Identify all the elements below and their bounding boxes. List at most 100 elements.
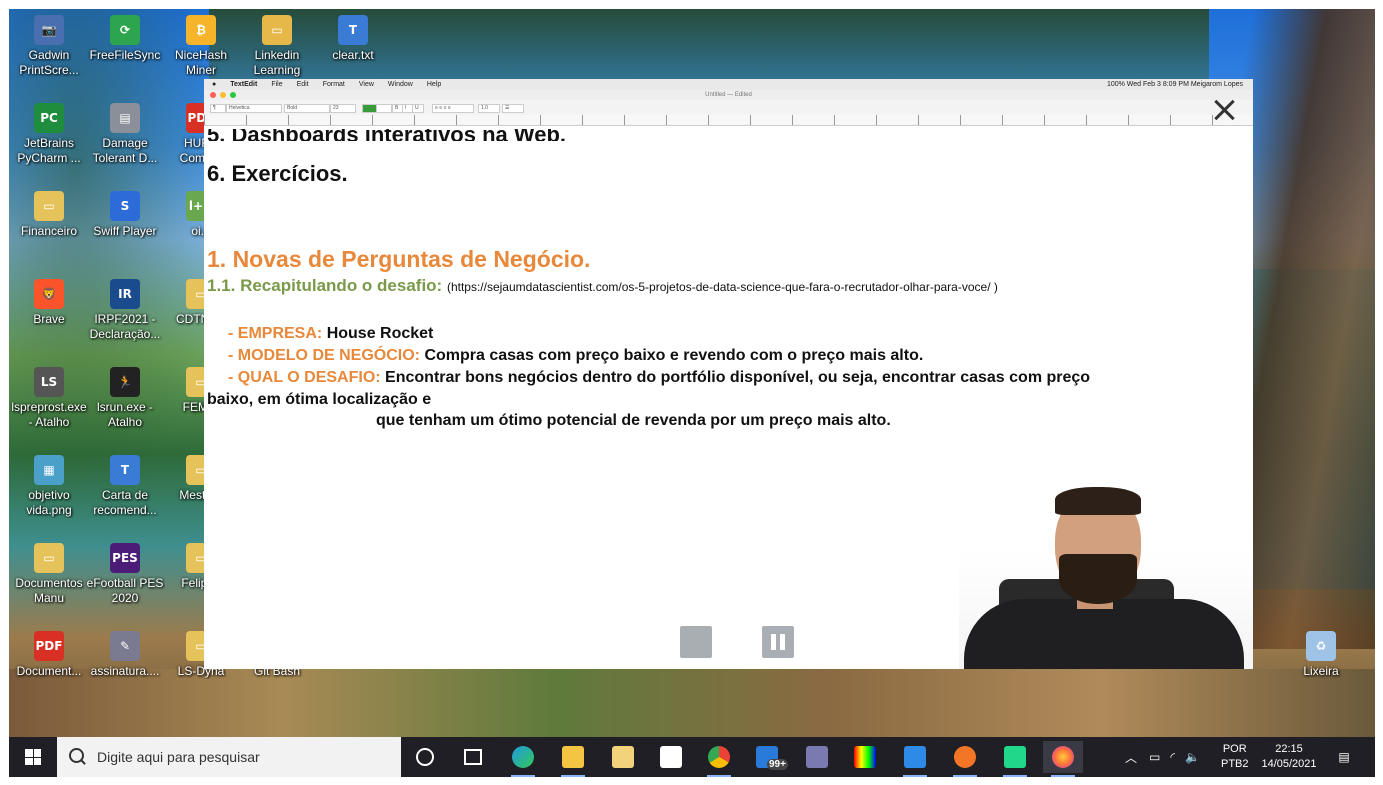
wallpaper-foliage (9, 9, 229, 529)
close-dot-icon[interactable] (210, 92, 216, 98)
close-icon[interactable] (1211, 97, 1237, 123)
desktop-icon[interactable]: ⟳ FreeFileSync (85, 15, 165, 63)
desktop-icon[interactable]: ✎ assinatura.... (85, 631, 165, 679)
app-icon: ✎ (110, 631, 140, 661)
desktop-icon-label: FreeFileSync (89, 48, 161, 62)
chrome-icon[interactable] (699, 741, 739, 777)
font-size-select[interactable]: 23 (330, 104, 356, 113)
app-icon: ▭ (34, 191, 64, 221)
desktop-icon-label: Lixeira (1303, 664, 1339, 678)
desktop-icon-label: Linkedin Learning (253, 48, 301, 77)
desktop-icon[interactable]: 🦁 Brave (9, 279, 89, 327)
screen-share-icon[interactable] (680, 626, 712, 658)
app-icon: ⟳ (110, 15, 140, 45)
menu-help[interactable]: Help (427, 81, 441, 88)
search-placeholder: Digite aqui para pesquisar (97, 749, 260, 765)
clock-time: 22:15 (1275, 743, 1303, 755)
font-style-select[interactable]: Bold (284, 104, 330, 113)
wifi-icon[interactable]: ◜ (1170, 750, 1175, 764)
clock[interactable]: 22:15 14/05/2021 (1257, 737, 1321, 777)
desktop-icon[interactable]: ₿ NiceHash Miner (161, 15, 241, 78)
cortana-button[interactable] (405, 741, 445, 773)
menu-window[interactable]: Window (388, 81, 413, 88)
desktop-icon-label: lspreprost.exe - Atalho (11, 400, 87, 429)
mac-menubar: ● TextEdit File Edit Format View Window … (204, 79, 1253, 90)
start-button[interactable] (9, 737, 57, 777)
desktop-icon-label: Damage Tolerant D... (92, 136, 158, 165)
desktop-icon[interactable]: ▭ Documentos Manu (9, 543, 89, 606)
task-view-button[interactable] (453, 741, 493, 773)
app-icon: ₿ (186, 15, 216, 45)
webcam-overlay (959, 469, 1253, 669)
app-icon: 🦁 (34, 279, 64, 309)
desktop-icon[interactable]: 📷 Gadwin PrintScre... (9, 15, 89, 78)
desktop-icon[interactable]: IR IRPF2021 - Declaração... (85, 279, 165, 342)
jupyter-icon[interactable] (945, 741, 985, 777)
desktop-icon[interactable]: ▦ objetivo vida.png (9, 455, 89, 518)
search-icon (69, 748, 84, 763)
subsection-heading: 1.1. Recapitulando o desafio: (https://s… (207, 276, 998, 296)
app-icon: ▭ (262, 15, 292, 45)
pause-icon[interactable] (762, 626, 794, 658)
language-code: POR (1222, 743, 1247, 755)
notification-icon[interactable]: ▤ (1329, 737, 1359, 777)
file-tool-icon[interactable] (603, 741, 643, 773)
desktop-icon[interactable]: ▭ Financeiro (9, 191, 89, 239)
app-icon[interactable] (797, 741, 837, 773)
bullet-value: Encontrar bons negócios dentro do portfó… (385, 369, 1091, 386)
menu-format[interactable]: Format (323, 81, 345, 88)
app-icon[interactable] (845, 741, 885, 773)
desktop-icon[interactable]: 🏃 lsrun.exe - Atalho (85, 367, 165, 430)
clock-date: 14/05/2021 (1261, 758, 1317, 770)
paragraph-style-select[interactable]: ¶ (210, 104, 226, 113)
edge-icon[interactable] (503, 741, 543, 777)
apple-icon: ● (212, 81, 217, 88)
language-indicator[interactable]: POR PTB2 (1221, 737, 1249, 777)
volume-icon[interactable]: 🔈 (1185, 750, 1200, 764)
desktop-icon[interactable]: PES eFootball PES 2020 (85, 543, 165, 606)
align-buttons[interactable]: ≡ ≡ ≡ ≡ (432, 104, 474, 113)
search-input[interactable]: Digite aqui para pesquisar (57, 737, 401, 777)
desktop-icon-label: Document... (16, 664, 82, 678)
store-icon[interactable] (651, 741, 691, 773)
mail-icon[interactable]: 99+ (747, 741, 788, 773)
firefox-icon[interactable] (1043, 741, 1083, 777)
desktop-icon-label: Brave (33, 312, 65, 326)
menu-edit[interactable]: Edit (297, 81, 309, 88)
app-icon: PDF (34, 631, 64, 661)
list-select[interactable]: ☰ (502, 104, 524, 113)
challenge-url[interactable]: (https://sejaumdatascientist.com/os-5-pr… (447, 280, 998, 294)
battery-icon[interactable]: ▭ (1149, 750, 1160, 764)
desktop-icon[interactable]: T Carta de recomend... (85, 455, 165, 518)
person-beard (1059, 554, 1137, 604)
desktop-icon[interactable]: S Swiff Player (85, 191, 165, 239)
ruler (204, 115, 1253, 126)
desktop-icon[interactable]: PC JetBrains PyCharm ... (9, 103, 89, 166)
bullet-desafio-cont2: que tenham um ótimo potencial de revenda… (376, 412, 891, 429)
menu-file[interactable]: File (271, 81, 282, 88)
zoom-dot-icon[interactable] (230, 92, 236, 98)
bullet-value: Compra casas com preço baixo e revendo c… (424, 347, 924, 364)
subsection-title: 1.1. Recapitulando o desafio: (207, 276, 443, 295)
shared-screen: ● TextEdit File Edit Format View Window … (204, 79, 1253, 669)
pycharm-icon[interactable] (995, 741, 1035, 777)
highlight-swatch[interactable] (376, 104, 392, 113)
underline-button[interactable]: U (412, 104, 424, 113)
menu-view[interactable]: View (359, 81, 374, 88)
menu-app[interactable]: TextEdit (230, 81, 257, 88)
chevron-up-icon[interactable]: ︿ (1125, 749, 1137, 766)
desktop-icon[interactable]: PDF Document... (9, 631, 89, 679)
desktop-icon[interactable]: ▭ Linkedin Learning (237, 15, 317, 78)
desktop-icon[interactable]: Tclear.txt (313, 15, 393, 63)
system-tray: ︿ ▭ ◜ 🔈 (1125, 737, 1212, 777)
file-explorer-icon[interactable] (553, 741, 593, 777)
line-spacing-select[interactable]: 1.0 (478, 104, 500, 113)
desktop-icon[interactable]: ▤ Damage Tolerant D... (85, 103, 165, 166)
desktop-icon[interactable]: ♻ Lixeira (1281, 631, 1361, 679)
vscode-icon[interactable] (895, 741, 935, 777)
minimize-dot-icon[interactable] (220, 92, 226, 98)
desktop-icon[interactable]: LS lspreprost.exe - Atalho (9, 367, 89, 430)
font-family-select[interactable]: Helvetica (226, 104, 282, 113)
app-icon: ♻ (1306, 631, 1336, 661)
app-icon: IR (110, 279, 140, 309)
